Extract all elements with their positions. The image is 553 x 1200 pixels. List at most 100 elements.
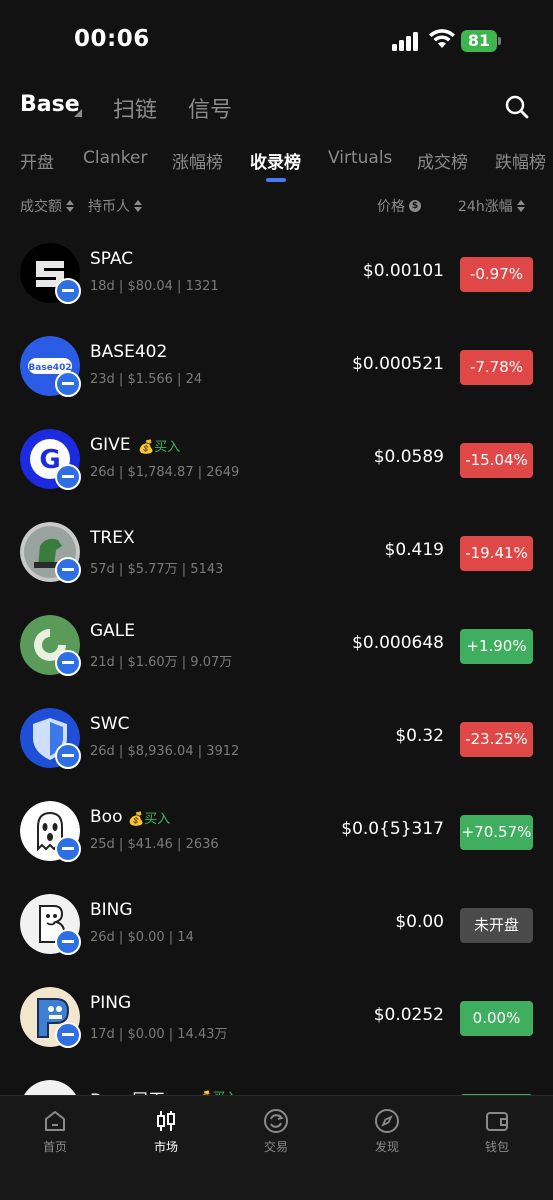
token-symbol: GALE xyxy=(90,621,136,641)
token-row-trex[interactable]: TREX 57d | $5.77万 | 5143 $0.419 -19.41% xyxy=(0,522,553,615)
status-bar: 00:06 81 xyxy=(0,0,553,80)
signal-tab[interactable]: 信号 xyxy=(188,92,232,124)
nav-trade-label: 交易 xyxy=(263,1140,288,1154)
token-meta: 25d | $41.46 | 2636 xyxy=(90,837,219,852)
token-symbol: PING xyxy=(90,993,132,1013)
sort-price[interactable]: 价格 $ xyxy=(377,196,421,216)
sort-header: 成交额 持币人 价格 $ 24h涨幅 xyxy=(0,192,553,218)
tab-losers[interactable]: 跌幅榜 xyxy=(495,148,546,173)
token-row-ping[interactable]: PING 17d | $0.00 | 14.43万 $0.0252 0.00% xyxy=(0,987,553,1080)
home-icon xyxy=(45,1111,65,1131)
swap-icon xyxy=(264,1109,288,1133)
wallet-icon xyxy=(486,1112,508,1131)
buy-tag-label: 买入 xyxy=(154,440,181,455)
token-row-gale[interactable]: GALE 21d | $1.60万 | 9.07万 $0.000648 +1.9… xyxy=(0,615,553,708)
money-bag-icon: 💰 xyxy=(128,812,145,827)
token-meta: 57d | $5.77万 | 5143 xyxy=(90,562,224,577)
sort-arrows-icon xyxy=(134,200,142,212)
sort-change-label: 24h涨幅 xyxy=(458,199,513,215)
tab-listed[interactable]: 收录榜 xyxy=(250,148,301,173)
base-chain-badge-icon xyxy=(55,650,81,676)
token-row-boo[interactable]: Boo 💰买入 25d | $41.46 | 2636 $0.0{5}317 +… xyxy=(0,801,553,894)
token-row-spac[interactable]: SPAC 18d | $80.04 | 1321 $0.00101 -0.97% xyxy=(0,243,553,336)
change-badge: -19.41% xyxy=(460,536,533,571)
change-badge: +70.57% xyxy=(460,815,533,850)
category-tabs: 开盘 Clanker 涨幅榜 收录榜 Virtuals 成交榜 跌幅榜 xyxy=(0,143,553,185)
sort-volume-label: 成交额 xyxy=(20,199,62,215)
token-meta: 23d | $1.566 | 24 xyxy=(90,372,203,387)
sort-holders-label: 持币人 xyxy=(88,199,130,215)
base-chain-badge-icon xyxy=(55,557,81,583)
token-meta: 18d | $80.04 | 1321 xyxy=(90,279,219,294)
token-meta: 26d | $0.00 | 14 xyxy=(90,930,194,945)
chain-caret-icon xyxy=(74,109,82,117)
tab-volume[interactable]: 成交榜 xyxy=(417,148,468,173)
token-price: $0.0252 xyxy=(373,1005,444,1025)
change-badge: -15.04% xyxy=(460,443,533,478)
token-symbol: SPAC xyxy=(90,249,134,269)
token-meta: 26d | $1,784.87 | 2649 xyxy=(90,465,240,480)
nav-discover[interactable]: 发现 xyxy=(357,1108,417,1155)
token-row-give[interactable]: G GIVE 💰买入 26d | $1,784.87 | 2649 $0.058… xyxy=(0,429,553,522)
base-chain-badge-icon xyxy=(55,464,81,490)
token-price: $0.000648 xyxy=(352,633,444,653)
nav-market[interactable]: 市场 xyxy=(136,1108,196,1155)
change-badge: +1.90% xyxy=(460,629,533,664)
buy-tag[interactable]: 💰买入 xyxy=(138,436,180,455)
sort-arrows-icon xyxy=(516,200,525,212)
tab-clanker[interactable]: Clanker xyxy=(83,148,147,168)
token-symbol: TREX xyxy=(90,528,135,548)
token-symbol: SWC xyxy=(90,714,130,734)
bottom-nav: 首页 市场 交易 发现 钱包 xyxy=(0,1095,553,1200)
sort-volume[interactable]: 成交额 xyxy=(20,196,74,216)
currency-icon: $ xyxy=(409,200,421,212)
base-chain-badge-icon xyxy=(55,836,81,862)
change-badge: -7.78% xyxy=(460,350,533,385)
tab-virtuals[interactable]: Virtuals xyxy=(328,148,392,168)
nav-wallet-label: 钱包 xyxy=(484,1140,509,1154)
token-price: $0.419 xyxy=(384,540,444,560)
tab-opening[interactable]: 开盘 xyxy=(20,148,54,173)
status-time: 00:06 xyxy=(74,26,150,52)
change-badge: 0.00% xyxy=(460,1001,533,1036)
base-chain-badge-icon xyxy=(55,743,81,769)
token-symbol: BASE402 xyxy=(90,342,168,362)
token-price: $0.0{5}317 xyxy=(341,819,444,839)
sort-holders[interactable]: 持币人 xyxy=(88,196,142,216)
change-badge: -0.97% xyxy=(460,257,533,292)
chain-selector[interactable]: Base xyxy=(20,92,80,117)
token-price: $0.00 xyxy=(395,912,444,932)
sort-change[interactable]: 24h涨幅 xyxy=(458,196,525,216)
base-chain-badge-icon xyxy=(55,371,81,397)
tab-gainers[interactable]: 涨幅榜 xyxy=(172,148,223,173)
base-chain-badge-icon xyxy=(55,929,81,955)
nav-home[interactable]: 首页 xyxy=(25,1108,85,1155)
nav-trade[interactable]: 交易 xyxy=(246,1108,306,1155)
token-meta: 21d | $1.60万 | 9.07万 xyxy=(90,655,233,670)
change-badge: 未开盘 xyxy=(460,908,533,943)
nav-market-label: 市场 xyxy=(153,1140,178,1154)
scan-chain-tab[interactable]: 扫链 xyxy=(113,92,157,124)
search-icon[interactable] xyxy=(504,94,530,120)
token-symbol: BING xyxy=(90,900,133,920)
token-row-swc[interactable]: SWC 26d | $8,936.04 | 3912 $0.32 -23.25% xyxy=(0,708,553,801)
token-price: $0.00101 xyxy=(362,261,444,281)
buy-tag[interactable]: 💰买入 xyxy=(128,808,170,827)
base-chain-badge-icon xyxy=(55,278,81,304)
token-symbol: Boo xyxy=(90,807,123,827)
candlestick-icon xyxy=(157,1111,175,1131)
buy-tag-label: 买入 xyxy=(144,812,171,827)
wifi-icon xyxy=(429,29,455,48)
token-row-bing[interactable]: BING 26d | $0.00 | 14 $0.00 未开盘 xyxy=(0,894,553,987)
compass-icon xyxy=(375,1109,399,1133)
token-price: $0.32 xyxy=(395,726,444,746)
top-header: Base 扫链 信号 xyxy=(0,82,553,128)
token-meta: 17d | $0.00 | 14.43万 xyxy=(90,1027,228,1042)
nav-home-label: 首页 xyxy=(42,1140,67,1154)
token-row-base402[interactable]: Base402 BASE402 23d | $1.566 | 24 $0.000… xyxy=(0,336,553,429)
active-tab-indicator xyxy=(266,178,286,182)
money-bag-icon: 💰 xyxy=(138,440,155,455)
token-symbol: GIVE xyxy=(90,435,131,455)
nav-wallet[interactable]: 钱包 xyxy=(467,1108,527,1155)
token-meta: 26d | $8,936.04 | 3912 xyxy=(90,744,240,759)
